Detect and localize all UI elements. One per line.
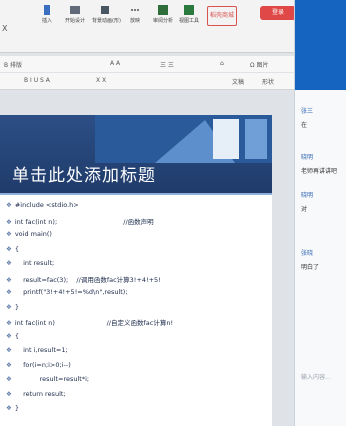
code-text: int i,result=1; (14, 346, 68, 354)
comment-author: 张晓 (301, 250, 314, 257)
code-line[interactable]: ❖} (6, 303, 19, 311)
code-line[interactable]: ❖ for(i=n;i>0;i--) (6, 361, 71, 369)
format-item[interactable]: ⌂ (220, 60, 224, 67)
slideshow-icon (131, 9, 139, 11)
animation-button[interactable]: 背景动画(形) (92, 4, 121, 24)
bullet-icon: ❖ (6, 244, 12, 253)
design-icon (70, 6, 80, 14)
format-item[interactable]: 三 三 (160, 60, 174, 69)
code-line[interactable]: ❖{ (6, 245, 19, 253)
slideshow-button[interactable]: 放映 (122, 4, 148, 24)
comment-text: 明白了 (301, 264, 320, 271)
bullet-icon: ❖ (6, 230, 12, 238)
format-item[interactable]: Ω 图片 (250, 60, 269, 69)
format-item[interactable]: X X (96, 77, 106, 84)
code-line[interactable]: ❖ result=fac(3); //调用函数fac计算3!+4!+5! (6, 274, 161, 284)
format-item[interactable]: B 排版 (4, 60, 22, 69)
code-text: for(i=n;i>0;i--) (14, 360, 71, 369)
code-text: result=fac(3); //调用函数fac计算3!+4!+5! (14, 275, 161, 284)
format-item[interactable]: 形状 (262, 77, 274, 86)
format-item[interactable]: A A (110, 60, 120, 67)
review-icon (158, 5, 168, 15)
code-text: } (14, 404, 19, 412)
code-text: } (14, 302, 19, 311)
bullet-icon: ❖ (6, 404, 12, 412)
code-line[interactable]: ❖ int fac(int n) //自定义函数fac计算n! (6, 317, 173, 327)
bullet-icon: ❖ (6, 302, 12, 311)
review-button[interactable]: 审阅分析 (150, 4, 176, 24)
comment-text: 在 (301, 122, 308, 129)
code-text: printf("3!+4!+5!=%d\n",result); (14, 288, 128, 296)
code-text: result=result*i; (14, 375, 90, 383)
slide-banner: 单击此处添加标题 (0, 115, 272, 193)
bullet-icon: ❖ (6, 201, 12, 209)
code-text: #include <stdio.h> (14, 201, 79, 209)
comment-text: 对 (301, 206, 308, 213)
bullet-icon: ❖ (6, 331, 12, 340)
animation-icon (101, 6, 109, 14)
bullet-icon: ❖ (6, 375, 12, 383)
code-line[interactable]: ❖ int fac(int n); //函数声明 (6, 216, 154, 226)
design-button[interactable]: 开始设计 (62, 4, 88, 24)
login-button[interactable]: 登录 (260, 6, 296, 20)
ribbon-collapse-icon[interactable]: Ⅹ (2, 24, 7, 33)
insert-icon (44, 5, 50, 15)
view-button[interactable]: 视图工具 (176, 4, 202, 24)
bullet-icon: ❖ (6, 288, 12, 296)
pane-header (295, 0, 346, 90)
bullet-icon: ❖ (6, 389, 12, 398)
code-text: int fac(int n); //函数声明 (14, 217, 154, 226)
format-toolbar-row-1: B 排版 A A 三 三 ⌂ Ω 图片 (0, 56, 300, 72)
comment-author: 晓明 (301, 154, 314, 161)
code-line[interactable]: ❖ int i,result=1; (6, 346, 68, 354)
comment-author: 张三 (301, 108, 314, 115)
code-text: int result; (14, 259, 55, 267)
code-line[interactable]: ❖{ (6, 332, 19, 340)
code-text: { (14, 244, 19, 253)
ribbon-toolbar: 插入 开始设计 背景动画(形) 放映 审阅分析 视图工具 稻壳商城 登录 Ⅹ (0, 0, 300, 53)
code-text: return result; (14, 389, 66, 398)
comment-input[interactable]: 输入内容... (301, 372, 331, 381)
bullet-icon: ❖ (6, 346, 12, 354)
bullet-icon: ❖ (6, 275, 12, 284)
view-icon (184, 5, 194, 15)
bullet-icon: ❖ (6, 319, 12, 327)
code-line[interactable]: ❖ void main() (6, 230, 52, 238)
code-line[interactable]: ❖ result=result*i; (6, 375, 89, 383)
code-line[interactable]: ❖ #include <stdio.h> (6, 201, 79, 209)
format-item[interactable]: 文稿 (232, 77, 244, 86)
code-line[interactable]: ❖ printf("3!+4!+5!=%d\n",result); (6, 288, 128, 296)
comment-author: 晓明 (301, 192, 314, 199)
code-text: int fac(int n) //自定义函数fac计算n! (14, 319, 174, 327)
slide-canvas[interactable]: 单击此处添加标题 ❖ #include <stdio.h> ❖ int fac(int… (0, 115, 272, 426)
store-badge[interactable]: 稻壳商城 (207, 6, 237, 26)
code-block[interactable]: ❖ #include <stdio.h> ❖ int fac(int n); //函数… (6, 201, 268, 426)
slide-title[interactable]: 单击此处添加标题 (12, 161, 156, 186)
bullet-icon: ❖ (6, 360, 12, 369)
banner-image (95, 115, 272, 163)
code-line[interactable]: ❖ return result; (6, 390, 66, 398)
comment-pane: 张三在晓明 老师再讲讲吧 晓明对张晓 明白了 输入内容... (294, 0, 346, 426)
bullet-icon: ❖ (6, 259, 12, 267)
bullet-icon: ❖ (6, 217, 12, 226)
comment-text: 老师再讲讲吧 (301, 168, 338, 175)
code-text: void main() (14, 230, 52, 238)
code-text: { (14, 331, 19, 340)
insert-button[interactable]: 插入 (34, 4, 60, 24)
comment-list: 张三在晓明 老师再讲讲吧 晓明对张晓 明白了 (295, 106, 346, 346)
code-line[interactable]: ❖} (6, 404, 19, 412)
format-toolbar-row-2: B I U S A X X 文稿 形状 (0, 73, 300, 90)
code-line[interactable]: ❖ int result; (6, 259, 54, 267)
banner-divider (0, 193, 272, 195)
format-item[interactable]: B I U S A (24, 77, 50, 84)
